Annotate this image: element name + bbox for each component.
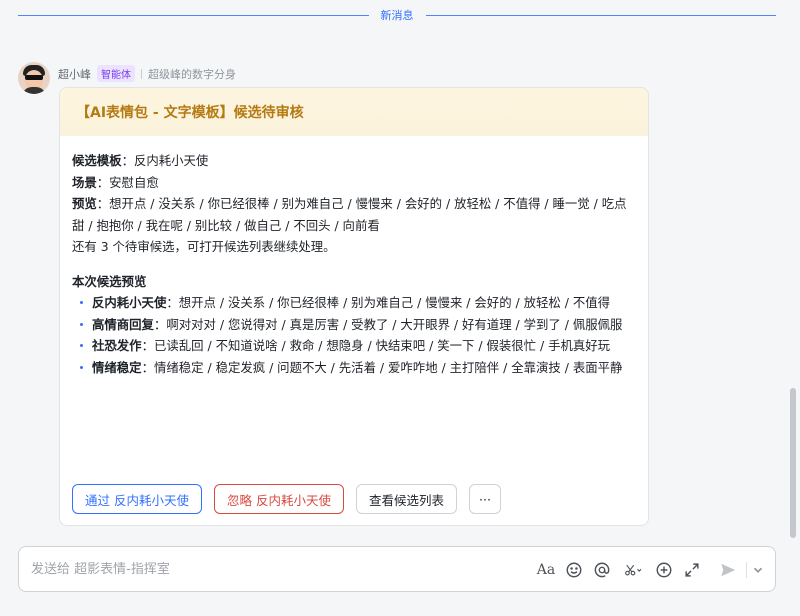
bot-badge: 智能体 <box>97 65 135 82</box>
review-card: 【AI表情包 - 文字模板】候选待审核 候选模板：反内耗小天使 场景：安慰自愈 … <box>59 87 649 526</box>
scrollbar[interactable] <box>790 388 796 538</box>
field-template: 候选模板：反内耗小天使 <box>72 153 209 168</box>
message-header <box>18 62 50 94</box>
composer-tools: Aa <box>532 547 765 593</box>
expand-icon[interactable] <box>678 556 706 584</box>
list-item: 高情商回复：啊对对对 / 您说得对 / 真是厉害 / 受教了 / 大开眼界 / … <box>80 314 636 336</box>
emoji-icon[interactable] <box>560 556 588 584</box>
avatar[interactable] <box>18 62 50 94</box>
remaining-note: 还有 3 个待审候选，可打开候选列表继续处理。 <box>72 239 336 254</box>
chat-area: 新消息 超小峰 智能体 超级峰的数字分身 【AI表情包 - 文字模板】候选待审核… <box>0 0 800 540</box>
card-title: 【AI表情包 - 文字模板】候选待审核 <box>60 88 648 136</box>
more-button[interactable]: ··· <box>468 484 501 514</box>
field-preview: 预览：想开点 / 没关系 / 你已经很棒 / 别为难自己 / 慢慢来 / 会好的… <box>72 196 627 233</box>
card-actions: 通过 反内耗小天使 忽略 反内耗小天使 查看候选列表 ··· <box>72 484 501 514</box>
new-message-divider: 新消息 <box>18 6 776 24</box>
card-body: 候选模板：反内耗小天使 场景：安慰自愈 预览：想开点 / 没关系 / 你已经很棒… <box>60 136 648 378</box>
sender-line: 超小峰 智能体 超级峰的数字分身 <box>58 65 236 82</box>
sender-subtitle: 超级峰的数字分身 <box>148 67 236 81</box>
list-item: 社恐发作：已读乱回 / 不知道说啥 / 救命 / 想隐身 / 快结束吧 / 笑一… <box>80 335 636 357</box>
message-composer: Aa <box>18 546 776 592</box>
text-format-icon[interactable]: Aa <box>532 556 560 584</box>
add-icon[interactable] <box>650 556 678 584</box>
new-message-label: 新消息 <box>380 9 414 22</box>
list-item: 反内耗小天使：想开点 / 没关系 / 你已经很棒 / 别为难自己 / 慢慢来 /… <box>80 292 636 314</box>
screenshot-icon[interactable] <box>616 556 650 584</box>
send-icon[interactable] <box>714 556 742 584</box>
view-list-button[interactable]: 查看候选列表 <box>355 484 457 514</box>
ignore-button[interactable]: 忽略 反内耗小天使 <box>213 484 344 514</box>
message-input[interactable] <box>31 561 511 577</box>
preview-list: 反内耗小天使：想开点 / 没关系 / 你已经很棒 / 别为难自己 / 慢慢来 /… <box>72 292 636 378</box>
sender-name[interactable]: 超小峰 <box>58 66 91 82</box>
section-title: 本次候选预览 <box>72 273 147 289</box>
mention-icon[interactable] <box>588 556 616 584</box>
list-item: 情绪稳定：情绪稳定 / 稳定发疯 / 问题不大 / 先活着 / 爱咋咋地 / 主… <box>80 357 636 379</box>
chevron-down-icon[interactable] <box>751 556 765 584</box>
field-scene: 场景：安慰自愈 <box>72 174 159 190</box>
approve-button[interactable]: 通过 反内耗小天使 <box>72 484 202 514</box>
